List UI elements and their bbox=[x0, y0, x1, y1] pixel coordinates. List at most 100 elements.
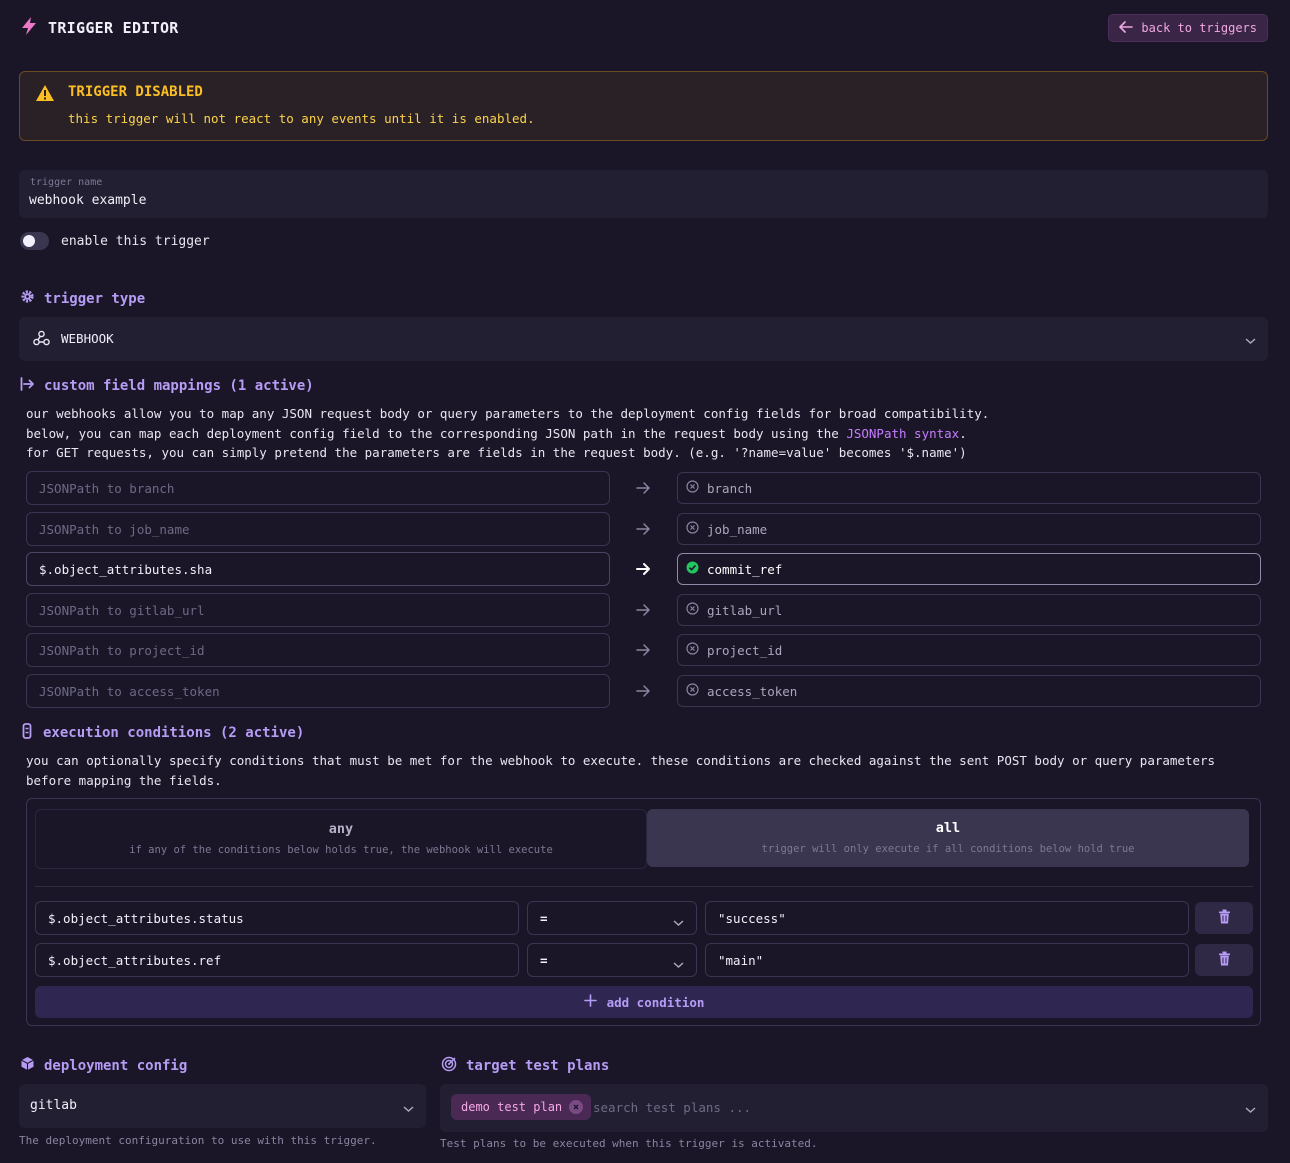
config-field-name: job_name bbox=[707, 521, 768, 537]
config-field-name: access_token bbox=[707, 683, 798, 699]
description-line: below, you can map each deployment confi… bbox=[26, 424, 1266, 444]
field-mappings-heading-text: custom field mappings (1 active) bbox=[44, 378, 314, 394]
delete-condition-button[interactable] bbox=[1195, 944, 1253, 976]
test-plan-chip[interactable]: demo test plan bbox=[451, 1094, 592, 1120]
trigger-type-value: WEBHOOK bbox=[61, 331, 114, 346]
arrow-right-icon bbox=[634, 601, 652, 619]
target-test-plans-heading-text: target test plans bbox=[466, 1058, 610, 1074]
mode-all-option[interactable]: all trigger will only execute if all con… bbox=[647, 809, 1249, 867]
jsonpath-input[interactable]: JSONPath to project_id bbox=[26, 633, 610, 667]
config-field-name: branch bbox=[707, 480, 753, 496]
config-field-name: commit_ref bbox=[707, 561, 783, 577]
description-line: you can optionally specify conditions th… bbox=[26, 753, 1216, 768]
enable-trigger-row: enable this trigger bbox=[20, 232, 210, 250]
jsonpath-input[interactable]: JSONPath to gitlab_url bbox=[26, 593, 610, 627]
jsonpath-input[interactable]: JSONPath to branch bbox=[26, 471, 610, 505]
x-circle-icon bbox=[686, 521, 699, 537]
deployment-config-hint: The deployment configuration to use with… bbox=[19, 1134, 377, 1147]
alert-title: TRIGGER DISABLED bbox=[68, 84, 203, 100]
jsonpath-input[interactable]: JSONPath to job_name bbox=[26, 512, 610, 546]
arrow-right-icon bbox=[634, 641, 652, 659]
mode-any-option[interactable]: any if any of the conditions below holds… bbox=[35, 809, 647, 869]
x-circle-icon bbox=[686, 683, 699, 699]
condition-operator-select[interactable]: = bbox=[527, 901, 697, 935]
condition-operator-select[interactable]: = bbox=[527, 943, 697, 977]
page-header: TRIGGER EDITOR bbox=[20, 16, 179, 40]
add-condition-label: add condition bbox=[606, 994, 705, 1010]
arrow-right-icon bbox=[634, 560, 652, 578]
trigger-type-heading-text: trigger type bbox=[44, 290, 146, 307]
enable-trigger-label: enable this trigger bbox=[61, 233, 210, 249]
operator-value: = bbox=[540, 910, 548, 926]
target-icon bbox=[441, 1056, 457, 1076]
test-plan-chip-label: demo test plan bbox=[461, 1100, 563, 1114]
condition-icon bbox=[20, 723, 34, 743]
trigger-name-value[interactable]: webhook example bbox=[29, 193, 146, 208]
config-field-target: gitlab_url bbox=[677, 594, 1261, 626]
mode-any-title: any bbox=[328, 821, 354, 837]
deployment-config-select[interactable]: gitlab bbox=[19, 1084, 426, 1128]
chevron-down-icon bbox=[1245, 1103, 1256, 1118]
execution-conditions-heading-text: execution conditions (2 active) bbox=[43, 725, 305, 741]
test-plans-search-input[interactable]: search test plans ... bbox=[593, 1100, 751, 1115]
trigger-type-select[interactable]: WEBHOOK bbox=[19, 317, 1268, 361]
config-field-name: project_id bbox=[707, 642, 783, 658]
alert-text: this trigger will not react to any event… bbox=[68, 111, 535, 126]
chevron-down-icon bbox=[673, 915, 684, 930]
arrow-right-icon bbox=[634, 479, 652, 497]
map-arrow-icon bbox=[20, 377, 35, 395]
back-to-triggers-label: back to triggers bbox=[1141, 21, 1257, 35]
description-line: for GET requests, you can simply pretend… bbox=[26, 445, 967, 460]
trigger-type-heading: trigger type bbox=[20, 289, 145, 308]
deployment-config-heading: deployment config bbox=[20, 1056, 187, 1075]
condition-value-input[interactable]: "success" bbox=[705, 901, 1189, 935]
check-circle-icon bbox=[686, 561, 699, 577]
jsonpath-input[interactable]: JSONPath to access_token bbox=[26, 674, 610, 708]
add-condition-button[interactable]: add condition bbox=[35, 986, 1253, 1018]
page-title: TRIGGER EDITOR bbox=[48, 19, 179, 37]
remove-chip-icon[interactable] bbox=[569, 1100, 584, 1114]
warning-icon bbox=[35, 84, 55, 106]
target-test-plans-heading: target test plans bbox=[441, 1056, 609, 1076]
condition-path-input[interactable]: $.object_attributes.ref bbox=[35, 943, 519, 977]
lightning-icon bbox=[20, 16, 38, 40]
back-to-triggers-button[interactable]: back to triggers bbox=[1108, 14, 1268, 42]
target-test-plans-hint: Test plans to be executed when this trig… bbox=[440, 1137, 818, 1150]
x-circle-icon bbox=[686, 602, 699, 618]
description-line: our webhooks allow you to map any JSON r… bbox=[26, 406, 990, 421]
condition-value-input[interactable]: "main" bbox=[705, 943, 1189, 977]
trigger-name-field[interactable]: trigger name webhook example bbox=[19, 170, 1268, 218]
field-mappings-heading: custom field mappings (1 active) bbox=[20, 377, 314, 395]
cube-icon bbox=[20, 1056, 35, 1075]
deployment-config-heading-text: deployment config bbox=[44, 1057, 188, 1074]
x-circle-icon bbox=[686, 642, 699, 658]
divider bbox=[35, 886, 1253, 887]
jsonpath-input[interactable]: $.object_attributes.sha bbox=[26, 552, 610, 586]
config-field-name: gitlab_url bbox=[707, 602, 783, 618]
config-field-target: access_token bbox=[677, 675, 1261, 707]
trigger-disabled-alert: TRIGGER DISABLED this trigger will not r… bbox=[19, 71, 1268, 141]
description-line: before mapping the fields. bbox=[26, 772, 222, 788]
target-test-plans-select[interactable]: demo test plan search test plans ... bbox=[440, 1084, 1268, 1132]
conditions-panel: any if any of the conditions below holds… bbox=[26, 798, 1261, 1026]
jsonpath-syntax-link[interactable]: JSONPath syntax bbox=[846, 426, 959, 441]
operator-value: = bbox=[540, 952, 548, 968]
config-field-target: project_id bbox=[677, 634, 1261, 666]
chevron-down-icon bbox=[403, 1102, 414, 1117]
trash-icon bbox=[1218, 951, 1231, 970]
plus-icon bbox=[583, 994, 597, 1010]
deployment-config-value: gitlab bbox=[30, 1098, 77, 1113]
arrow-left-icon bbox=[1119, 20, 1134, 36]
delete-condition-button[interactable] bbox=[1195, 902, 1253, 934]
execution-conditions-description: you can optionally specify conditions th… bbox=[26, 751, 1266, 790]
arrow-right-icon bbox=[634, 682, 652, 700]
toggle-knob bbox=[23, 235, 35, 247]
webhook-icon bbox=[33, 330, 50, 350]
enable-trigger-toggle[interactable] bbox=[20, 232, 49, 250]
condition-path-input[interactable]: $.object_attributes.status bbox=[35, 901, 519, 935]
description-text: . bbox=[959, 425, 967, 441]
trigger-name-label: trigger name bbox=[30, 177, 103, 188]
description-text: below, you can map each deployment confi… bbox=[26, 425, 839, 441]
mode-any-description: if any of the conditions below holds tru… bbox=[129, 844, 553, 856]
config-field-target: job_name bbox=[677, 513, 1261, 545]
